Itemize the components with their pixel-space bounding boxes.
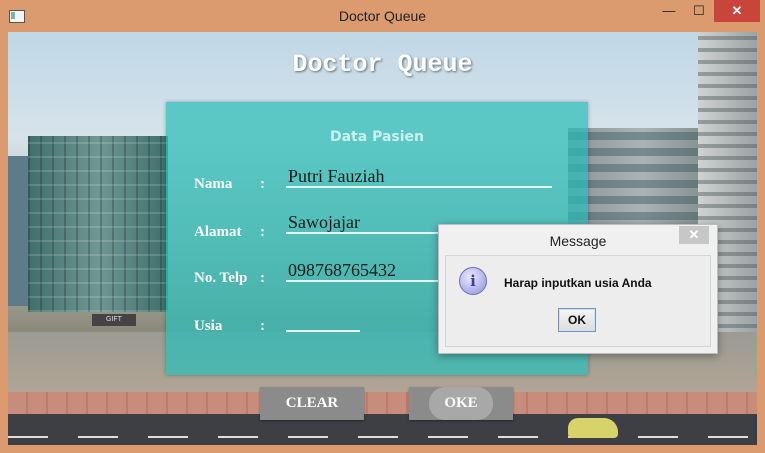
info-icon: i: [459, 267, 487, 295]
background-sidewalk: [8, 392, 757, 414]
dialog-title: Message: [549, 233, 607, 249]
clear-button[interactable]: CLEAR: [260, 387, 364, 420]
oke-button[interactable]: OKE: [409, 387, 513, 420]
name-label: Nama: [194, 176, 233, 192]
address-label: Alamat: [194, 224, 242, 240]
dialog-close-button[interactable]: ✕: [679, 226, 709, 244]
phone-label: No. Telp: [194, 270, 248, 286]
phone-field[interactable]: 098768765432: [286, 260, 440, 282]
age-colon: :: [260, 318, 265, 334]
background-sign: GIFT: [92, 314, 136, 326]
address-field[interactable]: Sawojajar: [286, 212, 450, 234]
background-building: [28, 136, 168, 312]
minimize-button[interactable]: —: [654, 0, 684, 22]
oke-button-label: OKE: [444, 395, 478, 411]
dialog-body: i Harap inputkan usia Anda OK: [445, 255, 711, 347]
message-dialog: Message ✕ i Harap inputkan usia Anda OK: [438, 224, 718, 354]
background-road: [8, 414, 757, 445]
address-colon: :: [260, 224, 265, 240]
phone-colon: :: [260, 270, 265, 286]
name-field[interactable]: Putri Fauziah: [286, 166, 552, 188]
form-section-title: Data Pasien: [329, 129, 424, 145]
age-label: Usia: [194, 318, 223, 334]
dialog-message: Harap inputkan usia Anda: [504, 276, 652, 290]
title-bar[interactable]: Doctor Queue — ☐ ✕: [0, 0, 765, 32]
window-title: Doctor Queue: [338, 8, 427, 24]
close-button[interactable]: ✕: [714, 0, 760, 22]
name-colon: :: [260, 176, 265, 192]
background-car: [568, 418, 618, 438]
age-field[interactable]: [286, 310, 360, 332]
maximize-button[interactable]: ☐: [684, 0, 714, 22]
ok-button[interactable]: OK: [558, 308, 596, 332]
page-title: Doctor Queue: [292, 50, 473, 79]
application-window: Doctor Queue — ☐ ✕ GIFT Doctor Queue Dat…: [0, 0, 765, 453]
